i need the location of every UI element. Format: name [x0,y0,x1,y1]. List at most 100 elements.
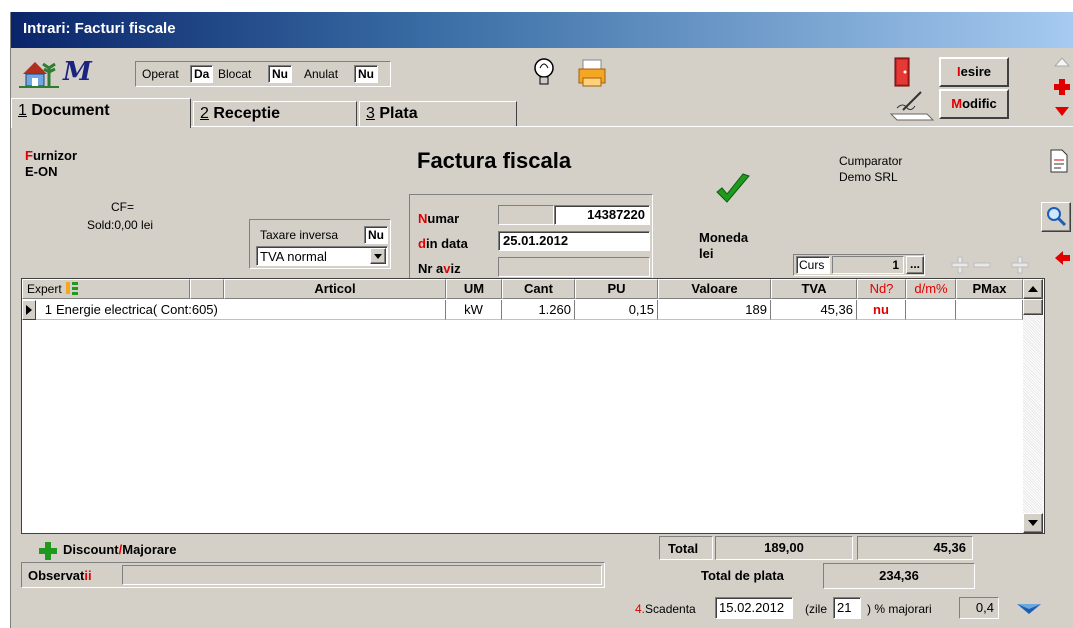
tree-icon[interactable] [65,281,79,295]
lightbulb-icon[interactable] [531,56,557,90]
majorari-label: ) % majorari [867,602,932,616]
header-um[interactable]: UM [446,279,502,299]
checkmark-icon [713,172,753,208]
remove-line-disabled-icon[interactable] [973,256,991,274]
tab-receptie-label: Receptie [213,105,281,122]
magnifier-icon [1047,207,1067,227]
operat-value[interactable]: Da [190,65,214,83]
zile-field[interactable]: 21 [833,597,861,619]
numar-label-text: umar [427,211,460,226]
tab-plata[interactable]: 3 Plata [359,101,517,127]
curs-lookup-button[interactable]: ... [906,256,924,274]
add-record-icon[interactable] [1053,78,1071,96]
cumparator-name[interactable]: Demo SRL [839,170,898,184]
observatii-panel: Observatii [21,562,605,588]
scadenta-field[interactable]: 15.02.2012 [715,597,793,619]
header-pu[interactable]: PU [575,279,658,299]
header-nd[interactable]: Nd? [857,279,906,299]
nr-aviz-label: Nr aviz [418,261,461,276]
scroll-up-arrow-icon[interactable] [1023,279,1043,299]
total-tva-value: 45,36 [857,536,973,560]
row-number[interactable]: 1 [36,300,54,320]
total-value: 189,00 [715,536,853,560]
header-dm[interactable]: d/m% [906,279,956,299]
majorare-label: Majorare [122,542,177,557]
header-cant[interactable]: Cant [502,279,575,299]
header-expert[interactable]: Expert [22,279,190,299]
scadenta-label-text: Scadenta [645,602,696,616]
header-articol[interactable]: Articol [224,279,446,299]
numar-field[interactable]: 14387220 [554,205,650,225]
header-spacer [190,279,224,299]
insert-line-disabled-icon[interactable] [1011,256,1029,274]
tva-select[interactable]: TVA normal [256,246,388,266]
search-button[interactable] [1041,202,1071,232]
header-pmax[interactable]: PMax [956,279,1023,299]
scroll-down-icon[interactable] [1053,104,1071,118]
m-logo-icon[interactable]: M [63,58,103,86]
row-cant[interactable]: 1.260 [502,300,575,320]
tab-receptie-num: 2 [200,105,209,122]
row-um[interactable]: kW [446,300,502,320]
observatii-label-pre: Observat [28,568,85,583]
nr-aviz-pre: Nr a [418,261,444,276]
sold-label: Sold:0,00 lei [87,218,154,232]
add-discount-icon[interactable] [39,542,57,560]
scroll-up-icon[interactable] [1053,54,1071,68]
chevron-down-icon[interactable] [370,248,386,264]
scadenta-label: 4.Scadenta [635,602,696,616]
tab-receptie[interactable]: 2 Receptie [193,101,357,127]
observatii-field[interactable] [122,565,602,585]
tab-document[interactable]: 1 Document [11,98,191,128]
row-tva[interactable]: 45,36 [771,300,857,320]
scroll-down-arrow-icon[interactable] [1023,513,1043,533]
scroll-thumb[interactable] [1023,299,1043,315]
row-valoare[interactable]: 189 [658,300,771,320]
taxare-value[interactable]: Nu [364,226,388,244]
furnizor-hotkey: F [25,148,33,163]
iesire-button[interactable]: Iesire [939,57,1009,87]
row-pmax[interactable] [956,300,1023,320]
tab-document-num: 1 [18,102,27,119]
modific-button[interactable]: Modific [939,89,1009,119]
row-dm[interactable] [906,300,956,320]
tab-plata-label: Plata [379,105,418,122]
din-data-field[interactable]: 25.01.2012 [498,231,650,251]
numar-series-field[interactable] [498,205,554,225]
taxare-label: Taxare inversa [260,228,339,242]
blocat-value[interactable]: Nu [268,65,292,83]
document-icon[interactable] [1049,148,1069,174]
printer-icon[interactable] [575,56,609,90]
taxare-panel: Taxare inversa Nu TVA normal [249,219,391,269]
grid-scrollbar[interactable] [1023,279,1043,533]
nr-aviz-field[interactable] [498,257,650,277]
observatii-hotkey: ii [84,568,92,583]
zile-label: (zile [805,602,828,616]
invoice-info-panel: Numar 14387220 din data 25.01.2012 Nr av… [409,194,653,280]
observatii-label: Observatii [28,568,92,583]
exit-door-icon[interactable] [891,56,911,88]
anulat-value[interactable]: Nu [354,65,378,83]
furnizor-label-text: urnizor [32,148,78,163]
expand-down-icon[interactable] [1015,602,1043,616]
home-icon[interactable] [19,56,59,90]
majorari-field[interactable]: 0,4 [959,597,999,619]
furnizor-name[interactable]: E-ON [25,164,58,179]
row-pu[interactable]: 0,15 [575,300,658,320]
nr-aviz-hotkey: v [443,261,451,276]
total-plata-value: 234,36 [823,563,975,589]
header-valoare[interactable]: Valoare [658,279,771,299]
curs-label: Curs [796,256,830,274]
furnizor-label: Furnizor [25,148,77,163]
curs-field[interactable]: 1 [832,256,904,274]
edit-pen-icon[interactable] [887,88,937,122]
back-arrow-icon[interactable] [1053,250,1071,266]
header-tva[interactable]: TVA [771,279,857,299]
moneda-label: Moneda [699,230,749,245]
row-nd[interactable]: nu [857,300,906,320]
moneda-value[interactable]: lei [699,246,713,261]
discount-majorare-link[interactable]: Discount/Majorare [63,542,176,557]
row-articol[interactable]: Energie electrica( Cont:605) [54,300,446,320]
row-indicator-icon[interactable] [22,300,36,320]
add-line-disabled-icon[interactable] [951,256,969,274]
